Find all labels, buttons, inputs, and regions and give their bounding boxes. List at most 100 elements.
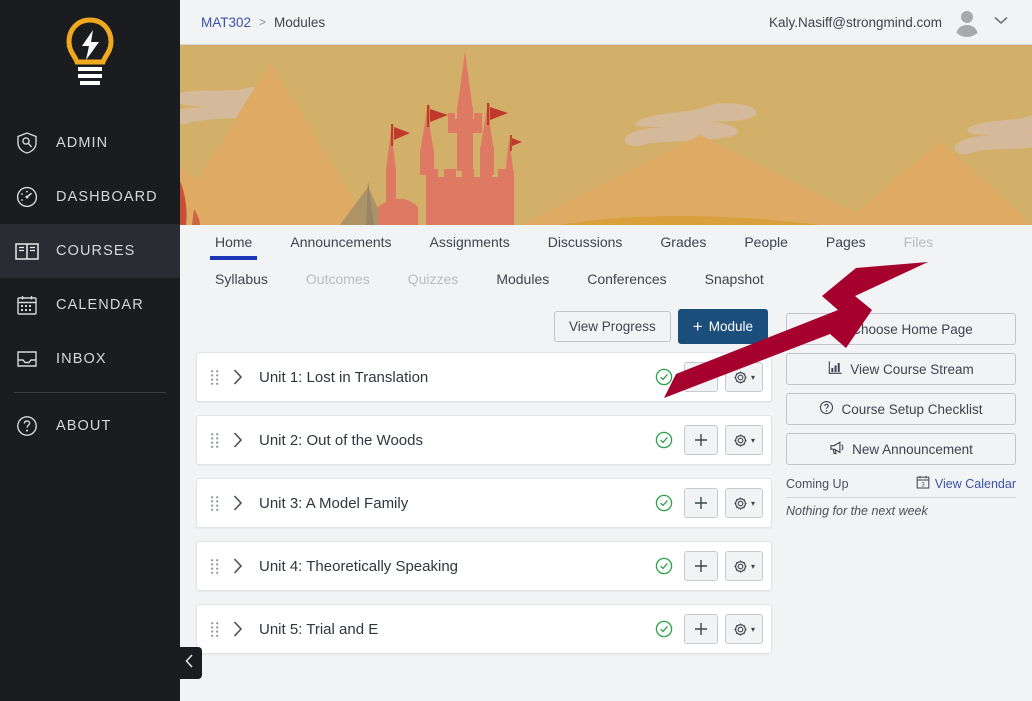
drag-handle-icon[interactable] xyxy=(207,557,223,575)
check-circle-icon[interactable] xyxy=(655,557,673,575)
check-circle-icon[interactable] xyxy=(655,620,673,638)
check-circle-icon[interactable] xyxy=(655,368,673,386)
view-progress-button[interactable]: View Progress xyxy=(553,310,671,343)
railbtn-label: Course Setup Checklist xyxy=(841,401,983,417)
chevron-right-icon[interactable] xyxy=(223,431,251,449)
sidebar-item-dashboard[interactable]: DASHBOARD xyxy=(0,170,180,224)
plus-icon: + xyxy=(692,317,703,336)
speedometer-icon xyxy=(14,184,40,210)
top-bar-user-area: Kaly.Nasiff@strongmind.com xyxy=(769,7,1010,37)
tab-grades[interactable]: Grades xyxy=(641,225,725,260)
add-item-button[interactable] xyxy=(683,425,718,455)
add-item-button[interactable] xyxy=(683,488,718,518)
sidebar-item-about[interactable]: ABOUT xyxy=(0,399,180,453)
tab-pages[interactable]: Pages xyxy=(807,225,885,260)
caret-down-icon: ▾ xyxy=(750,372,755,382)
sidebar-item-admin[interactable]: ADMIN xyxy=(0,116,180,170)
chevron-right-icon[interactable] xyxy=(223,494,251,512)
course-tabs-row-2: Syllabus Outcomes Quizzes Modules Confer… xyxy=(180,260,1032,297)
module-actions: ▾ xyxy=(655,362,763,392)
sidebar-item-label: INBOX xyxy=(56,351,107,367)
drag-handle-icon[interactable] xyxy=(207,368,223,386)
tab-snapshot[interactable]: Snapshot xyxy=(686,260,783,295)
gear-icon xyxy=(733,433,748,447)
tab-outcomes[interactable]: Outcomes xyxy=(287,260,389,295)
coming-up-empty-text: Nothing for the next week xyxy=(786,504,928,518)
module-actions: ▾ xyxy=(655,614,763,644)
sidebar-item-inbox[interactable]: INBOX xyxy=(0,332,180,386)
caret-down-icon: ▾ xyxy=(750,435,755,445)
module-settings-button[interactable]: ▾ xyxy=(724,488,763,518)
add-item-button[interactable] xyxy=(683,551,718,581)
view-calendar-link[interactable]: 3 View Calendar xyxy=(916,475,1016,492)
caret-down-icon: ▾ xyxy=(750,561,755,571)
tab-discussions[interactable]: Discussions xyxy=(529,225,642,260)
drag-handle-icon[interactable] xyxy=(207,620,223,638)
view-course-stream-button[interactable]: View Course Stream xyxy=(786,353,1016,385)
module-settings-button[interactable]: ▾ xyxy=(724,614,763,644)
content-area: View Progress + Module Unit 1: Lost in T… xyxy=(180,297,1032,682)
brand-logo[interactable] xyxy=(0,0,180,108)
coming-up-label: Coming Up xyxy=(786,476,849,491)
tab-conferences[interactable]: Conferences xyxy=(568,260,685,295)
breadcrumb-current: Modules xyxy=(274,14,326,30)
course-setup-checklist-button[interactable]: Course Setup Checklist xyxy=(786,393,1016,425)
module-title: Unit 1: Lost in Translation xyxy=(259,368,429,386)
tab-syllabus[interactable]: Syllabus xyxy=(196,260,287,295)
megaphone-icon xyxy=(829,440,845,458)
tab-assignments[interactable]: Assignments xyxy=(411,225,529,260)
sidebar-collapse-button[interactable] xyxy=(176,647,202,679)
add-item-button[interactable] xyxy=(683,614,718,644)
nav-item-list: ADMIN DASHBOARD COURSES CALENDAR INBOX A… xyxy=(0,116,180,453)
tab-announcements[interactable]: Announcements xyxy=(271,225,410,260)
target-icon xyxy=(829,320,844,338)
module-settings-button[interactable]: ▾ xyxy=(724,425,763,455)
question-circle-icon xyxy=(14,413,40,439)
chevron-down-icon[interactable] xyxy=(992,13,1010,32)
module-list: Unit 1: Lost in Translation ▾ Unit 2: Ou… xyxy=(196,352,772,654)
module-actions: ▾ xyxy=(655,425,763,455)
inbox-icon xyxy=(14,346,40,372)
add-item-button[interactable] xyxy=(683,362,718,392)
railbtn-label: View Course Stream xyxy=(850,361,974,377)
chevron-right-icon[interactable] xyxy=(223,368,251,386)
table-row[interactable]: Unit 3: A Model Family ▾ xyxy=(196,478,772,528)
add-module-button[interactable]: + Module xyxy=(677,309,768,344)
drag-handle-icon[interactable] xyxy=(207,494,223,512)
gear-icon xyxy=(733,496,748,510)
table-row[interactable]: Unit 1: Lost in Translation ▾ xyxy=(196,352,772,402)
drag-handle-icon[interactable] xyxy=(207,431,223,449)
sidebar-item-courses[interactable]: COURSES xyxy=(0,224,180,278)
course-navigation: Home Announcements Assignments Discussio… xyxy=(180,225,1032,297)
book-icon xyxy=(14,238,40,264)
avatar[interactable] xyxy=(952,7,982,37)
chevron-right-icon[interactable] xyxy=(223,557,251,575)
tab-modules[interactable]: Modules xyxy=(477,260,568,295)
tab-home[interactable]: Home xyxy=(196,225,271,260)
sidebar-item-label: ABOUT xyxy=(56,418,112,434)
course-banner-image xyxy=(180,45,1032,225)
chart-icon xyxy=(828,360,843,378)
gear-icon xyxy=(733,622,748,636)
table-row[interactable]: Unit 2: Out of the Woods ▾ xyxy=(196,415,772,465)
check-circle-icon[interactable] xyxy=(655,494,673,512)
chevron-left-icon xyxy=(183,653,195,674)
breadcrumb-course-link[interactable]: MAT302 xyxy=(201,15,251,30)
choose-home-page-button[interactable]: Choose Home Page xyxy=(786,313,1016,345)
sidebar-item-label: DASHBOARD xyxy=(56,189,158,205)
table-row[interactable]: Unit 5: Trial and E ▾ xyxy=(196,604,772,654)
tab-files[interactable]: Files xyxy=(885,225,953,260)
calendar-icon: 3 xyxy=(916,475,930,492)
sidebar-item-calendar[interactable]: CALENDAR xyxy=(0,278,180,332)
modules-column: View Progress + Module Unit 1: Lost in T… xyxy=(196,309,772,682)
module-settings-button[interactable]: ▾ xyxy=(724,362,763,392)
railbtn-label: New Announcement xyxy=(852,441,973,457)
tab-people[interactable]: People xyxy=(725,225,807,260)
check-circle-icon[interactable] xyxy=(655,431,673,449)
new-announcement-button[interactable]: New Announcement xyxy=(786,433,1016,465)
chevron-right-icon[interactable] xyxy=(223,620,251,638)
tab-quizzes[interactable]: Quizzes xyxy=(389,260,478,295)
table-row[interactable]: Unit 4: Theoretically Speaking ▾ xyxy=(196,541,772,591)
module-title: Unit 5: Trial and E xyxy=(259,620,379,638)
module-settings-button[interactable]: ▾ xyxy=(724,551,763,581)
